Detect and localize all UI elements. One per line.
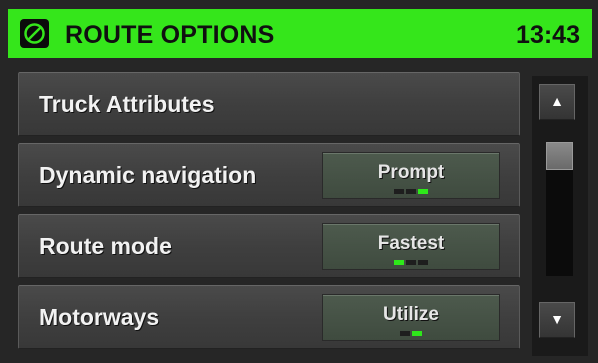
motorways-toggle[interactable]: Utilize [322, 294, 500, 341]
menu-item-label: Motorways [39, 304, 160, 330]
toggle-value: Fastest [377, 233, 445, 254]
menu-item-motorways[interactable]: Motorways Utilize [18, 285, 520, 349]
route-options-list: Truck Attributes Dynamic navigation Prom… [18, 72, 522, 356]
menu-item-route-mode[interactable]: Route mode Fastest [18, 214, 520, 278]
dynamic-navigation-toggle[interactable]: Prompt [322, 152, 500, 199]
arrow-down-icon: ▼ [550, 311, 564, 327]
option-dot-selected [418, 189, 428, 194]
option-dot [406, 260, 416, 265]
option-dot-selected [394, 260, 404, 265]
scrollbar: ▲ ▼ [532, 76, 588, 356]
toggle-value: Utilize [383, 304, 439, 325]
option-dot [406, 189, 416, 194]
scroll-track[interactable] [546, 142, 573, 276]
scroll-thumb[interactable] [546, 142, 573, 170]
option-indicator [323, 331, 499, 336]
title-bar: ROUTE OPTIONS 13:43 [8, 9, 592, 58]
arrow-up-icon: ▲ [550, 93, 564, 109]
menu-item-label: Route mode [39, 233, 172, 259]
toggle-value: Prompt [377, 162, 445, 183]
menu-item-label: Truck Attributes [39, 91, 215, 117]
option-indicator [323, 189, 499, 194]
option-dot-selected [412, 331, 422, 336]
clock: 13:43 [516, 21, 580, 49]
page-title: ROUTE OPTIONS [65, 21, 275, 49]
option-indicator [323, 260, 499, 265]
menu-item-dynamic-navigation[interactable]: Dynamic navigation Prompt [18, 143, 520, 207]
scroll-down-button[interactable]: ▼ [539, 302, 575, 338]
route-mode-toggle[interactable]: Fastest [322, 223, 500, 270]
option-dot [400, 331, 410, 336]
compass-icon[interactable] [20, 19, 49, 48]
menu-item-label: Dynamic navigation [39, 162, 257, 188]
option-dot [394, 189, 404, 194]
scroll-up-button[interactable]: ▲ [539, 84, 575, 120]
option-dot [418, 260, 428, 265]
menu-item-truck-attributes[interactable]: Truck Attributes [18, 72, 520, 136]
